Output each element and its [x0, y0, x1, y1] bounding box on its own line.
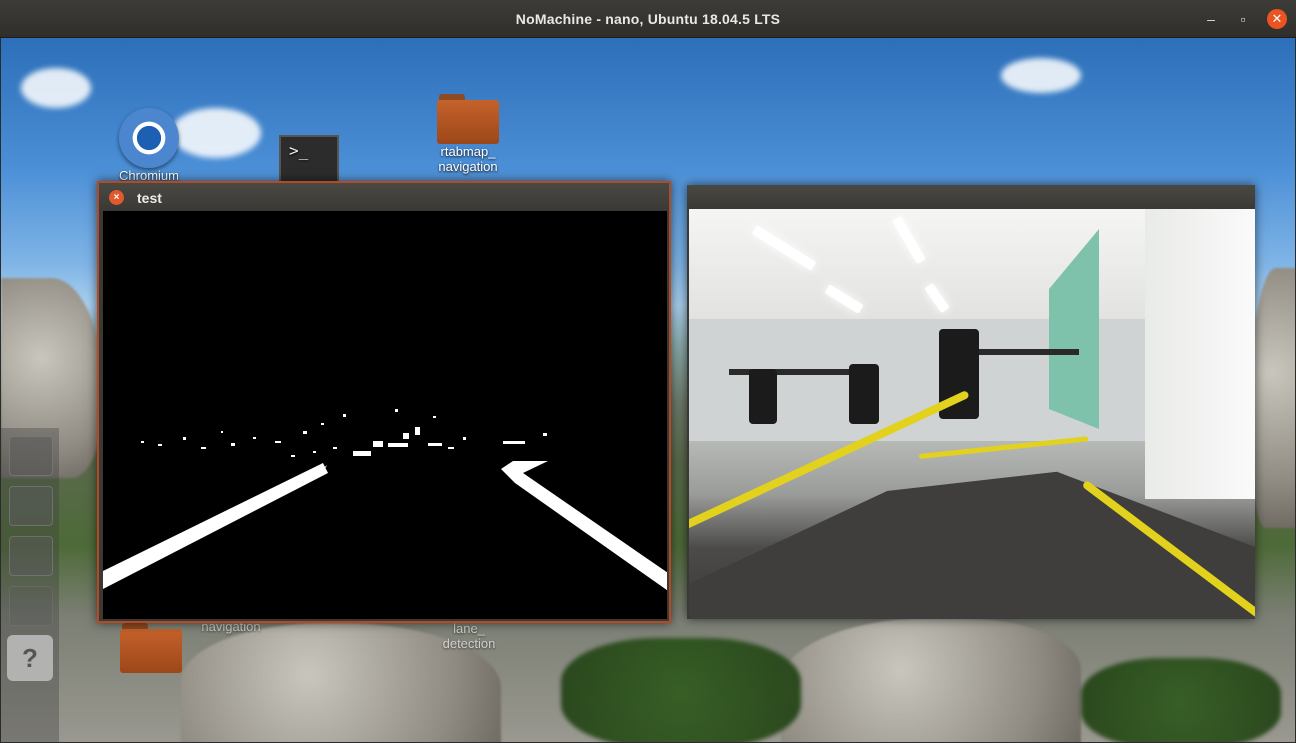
dock-item-files[interactable]: [9, 436, 53, 476]
test-window-title: test: [137, 190, 162, 206]
desktop-icon-label: lane_ detection: [442, 621, 496, 651]
dock-item-terminal[interactable]: [9, 536, 53, 576]
wallpaper-rock: [1251, 268, 1295, 528]
camera-chair: [849, 364, 879, 424]
wallpaper-rock: [781, 618, 1081, 742]
camera-chair: [749, 369, 777, 424]
lane-mask-image: [103, 211, 667, 619]
launcher-dock: [1, 428, 59, 742]
maximize-button[interactable]: ▫: [1233, 9, 1253, 29]
desktop-icon-label: rtabmap_ navigation: [438, 144, 498, 174]
camera-window[interactable]: [687, 185, 1255, 619]
camera-image: [689, 209, 1255, 619]
camera-wall: [1145, 209, 1255, 499]
test-window-titlebar[interactable]: × test: [99, 183, 669, 211]
desktop-icon-chromium[interactable]: Chromium: [109, 108, 189, 183]
wallpaper-trees: [1081, 658, 1281, 742]
wallpaper-cloud: [1001, 58, 1081, 93]
folder-icon: [437, 94, 499, 144]
desktop-icon-rtabmap-navigation[interactable]: rtabmap_ navigation: [425, 94, 511, 174]
close-button[interactable]: ✕: [1267, 9, 1287, 29]
wallpaper-cloud: [21, 68, 91, 108]
window-title: NoMachine - nano, Ubuntu 18.04.5 LTS: [515, 11, 781, 27]
desktop-icon-basics[interactable]: basics: [111, 623, 191, 673]
help-icon[interactable]: ?: [7, 635, 53, 681]
lane-mask-svg: [103, 211, 667, 619]
minimize-button[interactable]: –: [1201, 9, 1221, 29]
desktop-icon-terminal[interactable]: >_: [269, 135, 349, 183]
test-window[interactable]: × test: [97, 181, 671, 623]
dock-item-terminal[interactable]: [9, 486, 53, 526]
terminal-icon: >_: [279, 135, 339, 183]
desktop-icon-lane-detection[interactable]: lane_ detection: [427, 621, 511, 651]
dock-item-app[interactable]: [9, 586, 53, 626]
chromium-icon: [119, 108, 179, 168]
wallpaper-trees: [561, 638, 801, 742]
folder-icon: [120, 623, 182, 673]
remote-desktop[interactable]: Chromium >_ rtabmap_ navigation basics n…: [1, 38, 1295, 742]
nomachine-titlebar[interactable]: NoMachine - nano, Ubuntu 18.04.5 LTS – ▫…: [0, 0, 1296, 38]
close-icon[interactable]: ×: [109, 190, 124, 205]
camera-window-titlebar[interactable]: [687, 185, 1255, 209]
camera-table: [969, 349, 1079, 355]
